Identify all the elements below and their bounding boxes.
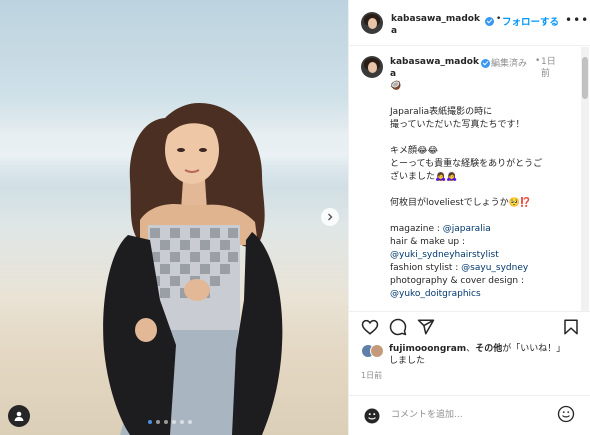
caption-line: Japaralia表紙撮影の時に — [390, 107, 493, 117]
heart-icon[interactable] — [361, 318, 379, 336]
post-side-panel: kabasawa_madoka • フォローする ••• kabasawa_ma… — [348, 0, 590, 435]
user-tag-icon — [14, 411, 24, 421]
header-separator: • — [496, 14, 502, 24]
credit-line: photography & cover design : — [390, 276, 524, 286]
bookmark-icon[interactable] — [562, 318, 580, 336]
caption-line: 何枚目がloveliestでしょうか🥺⁉️ — [390, 198, 532, 208]
caption-separator: • — [535, 56, 541, 66]
model-figure — [103, 102, 283, 435]
carousel-next-button[interactable] — [321, 208, 339, 226]
verified-badge-icon — [485, 17, 494, 26]
caption-line: ざいました🙇‍♀️🙇‍♀️ — [390, 172, 458, 182]
caption-time[interactable]: 1日前 — [541, 56, 563, 80]
comment-input[interactable] — [391, 406, 541, 424]
caption-line: 🥥 — [390, 81, 402, 91]
caption-line: 撮っていただいた写真たちです！ — [390, 120, 525, 130]
carousel-indicator — [148, 420, 192, 424]
mention-link[interactable]: @yuki_sydneyhairstylist — [390, 250, 499, 260]
credit-line: @yuki_sydneyhairstylist — [390, 249, 575, 262]
credit-line: hair & make up : — [390, 237, 466, 247]
carousel-dot — [148, 420, 152, 424]
carousel-dot — [180, 420, 184, 424]
emoji-icon[interactable] — [363, 407, 381, 425]
mention-link[interactable]: @sayu_sydney — [461, 263, 528, 273]
author-avatar[interactable] — [361, 12, 383, 34]
credit-line: magazine : @japaralia — [390, 224, 491, 234]
caption-avatar[interactable] — [361, 56, 383, 78]
likes-others-link[interactable]: その他 — [475, 344, 502, 354]
carousel-dot — [164, 420, 168, 424]
action-bar — [349, 312, 590, 342]
credit-line: @yuko_doitgraphics — [390, 288, 575, 301]
caption-username[interactable]: kabasawa_madoka — [390, 56, 480, 80]
verified-badge-icon — [481, 59, 490, 68]
caption-text: 🥥 Japaralia表紙撮影の時に 撮っていただいた写真たちです！ キメ顔😂😂… — [390, 80, 575, 301]
liker-avatar[interactable] — [370, 344, 384, 358]
mention-link[interactable]: @yuko_doitgraphics — [390, 289, 481, 299]
more-options-icon[interactable]: ••• — [565, 13, 589, 27]
liker-username[interactable]: fujimooongram — [389, 344, 466, 354]
share-icon[interactable] — [417, 318, 435, 336]
post-header: kabasawa_madoka • フォローする ••• — [349, 0, 590, 46]
carousel-dot — [172, 420, 176, 424]
caption-line — [390, 93, 575, 106]
caption-line — [390, 132, 575, 145]
post-time[interactable]: 1日前 — [361, 370, 382, 381]
follow-button[interactable]: フォローする — [502, 14, 559, 28]
comment-icon[interactable] — [389, 318, 407, 336]
caption-scrollbar[interactable] — [581, 47, 589, 311]
likes-text: fujimooongram、その他が「いいね！」 しました — [389, 344, 566, 366]
caption-line: とーっても貴重な経験をありがとうご — [390, 159, 543, 169]
carousel-dot — [188, 420, 192, 424]
caption-line — [390, 210, 575, 223]
mention-link[interactable]: @japaralia — [443, 224, 491, 234]
caption-line: キメ顔😂😂 — [390, 146, 439, 156]
caption-area: kabasawa_madoka 編集済み • 1日前 🥥 Japaralia表紙… — [349, 47, 581, 311]
caption-line — [390, 184, 575, 197]
emoji-picker-icon[interactable] — [557, 405, 575, 423]
scrollbar-thumb[interactable] — [582, 57, 588, 99]
comment-bar — [349, 395, 590, 435]
chevron-right-icon — [328, 213, 333, 221]
credit-line: fashion stylist : @sayu_sydney — [390, 263, 529, 273]
edited-label: 編集済み — [491, 59, 528, 69]
post-photo[interactable] — [0, 0, 348, 435]
tagged-users-button[interactable] — [8, 405, 30, 427]
carousel-dot — [156, 420, 160, 424]
author-username[interactable]: kabasawa_madoka — [391, 13, 483, 37]
